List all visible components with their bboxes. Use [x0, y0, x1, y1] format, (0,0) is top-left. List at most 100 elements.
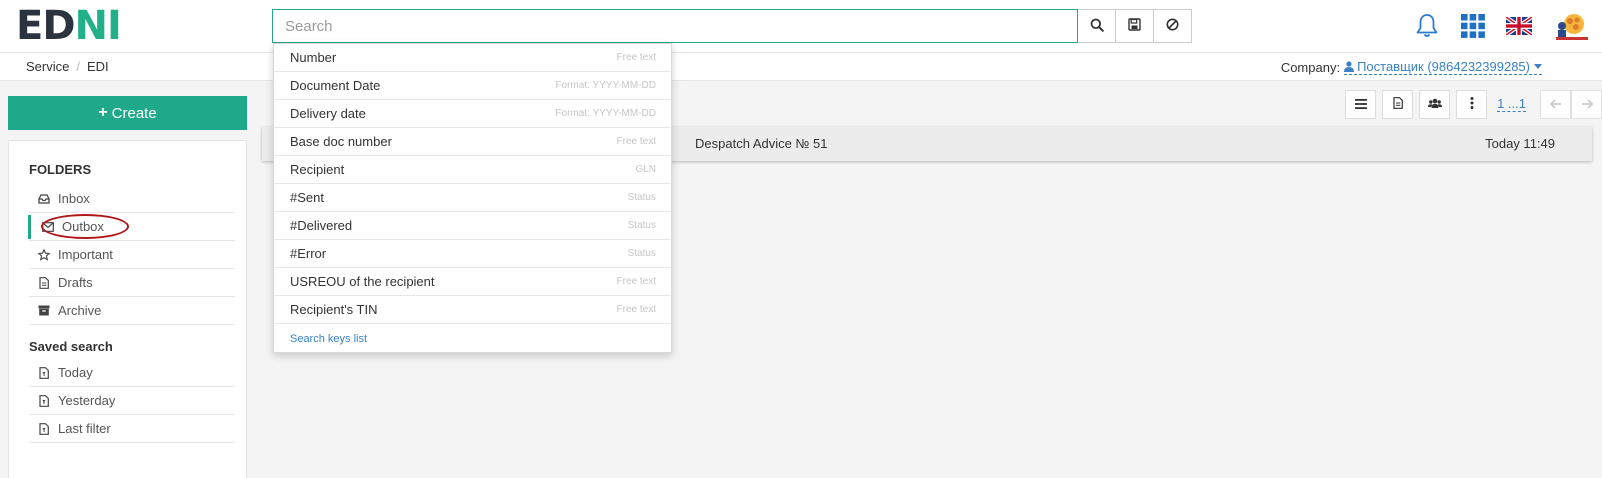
edin-logo[interactable]: ED NI — [16, 3, 122, 49]
sidebar-item-label: Archive — [58, 303, 102, 318]
company-value: Поставщик (9864232399285) — [1357, 59, 1530, 74]
top-icons — [1404, 10, 1602, 44]
saved-search-list: Today Yesterday Last filter — [29, 359, 235, 443]
breadcrumb-edi[interactable]: EDI — [87, 59, 109, 74]
previous-page-button[interactable] — [1540, 89, 1571, 119]
search-key-hint: Status — [627, 248, 656, 259]
arrow-left-icon — [1549, 97, 1562, 112]
logo-part-ni: NI — [74, 3, 122, 49]
inbox-icon — [38, 193, 50, 205]
plus-icon: + — [98, 104, 108, 121]
search-key-hint: Format: YYYY-MM-DD — [555, 80, 656, 91]
sidebar-item-label: Inbox — [58, 191, 90, 206]
saved-search-last-filter[interactable]: Last filter — [29, 415, 235, 443]
search-key-hint: Free text — [616, 52, 656, 63]
search-key-hint: Free text — [616, 304, 656, 315]
sidebar-item-archive[interactable]: Archive — [29, 297, 235, 325]
caret-down-icon — [1534, 64, 1542, 69]
message-subject: Despatch Advice № 51 — [695, 136, 828, 151]
sidebar-item-label: Outbox — [62, 219, 104, 234]
top-bar: ED NI — [0, 0, 1602, 53]
search-keys-list-link[interactable]: Search keys list — [274, 324, 671, 354]
user-icon — [1344, 61, 1355, 72]
search-key-name: Delivery date — [290, 106, 366, 121]
users-icon — [1427, 97, 1442, 112]
sidebar-item-outbox[interactable]: Outbox — [28, 213, 235, 241]
company-label: Company: — [1280, 59, 1341, 75]
sidebar-item-drafts[interactable]: Drafts — [29, 269, 235, 297]
search-key-name: Recipient's TIN — [290, 302, 378, 317]
folder-list: Inbox Outbox Important Drafts Archive — [28, 185, 235, 325]
search-button[interactable] — [1078, 9, 1116, 43]
company-dropdown[interactable]: Поставщик (9864232399285) — [1344, 59, 1542, 75]
save-icon — [1128, 18, 1141, 34]
search-key-item[interactable]: #Delivered Status — [274, 212, 671, 240]
notifications-button[interactable] — [1404, 10, 1450, 44]
logo-part-ed: ED — [16, 3, 76, 49]
breadcrumb-bar: Service / EDI Company: Поставщик (986423… — [0, 53, 1602, 81]
saved-search-title: Saved search — [29, 339, 113, 354]
sidebar-item-label: Important — [58, 247, 113, 262]
sidebar-item-important[interactable]: Important — [29, 241, 235, 269]
sidebar-item-label: Drafts — [58, 275, 93, 290]
saved-search-yesterday[interactable]: Yesterday — [29, 387, 235, 415]
search-input[interactable] — [272, 9, 1078, 43]
search-key-hint: Format: YYYY-MM-DD — [555, 108, 656, 119]
search-key-name: #Delivered — [290, 218, 353, 233]
folders-title: FOLDERS — [29, 162, 92, 177]
company-selector: Company: Поставщик (9864232399285) — [1281, 59, 1542, 75]
search-key-item[interactable]: USREOU of the recipient Free text — [274, 268, 671, 296]
document-icon — [38, 276, 50, 289]
list-icon — [1354, 97, 1367, 112]
search-key-item[interactable]: Base doc number Free text — [274, 128, 671, 156]
sidebar: FOLDERS Inbox Outbox Important Drafts Ar… — [8, 140, 247, 478]
star-icon — [38, 248, 50, 261]
clear-search-button[interactable] — [1154, 9, 1192, 43]
search-key-item[interactable]: Delivery date Format: YYYY-MM-DD — [274, 100, 671, 128]
apps-button[interactable] — [1450, 10, 1496, 44]
search-key-item[interactable]: Number Free text — [274, 44, 671, 72]
sidebar-item-label: Last filter — [58, 421, 111, 436]
search-key-name: #Sent — [290, 190, 324, 205]
apps-grid-icon — [1461, 13, 1485, 41]
message-time: Today 11:49 — [1485, 136, 1555, 151]
saved-filter-icon — [38, 394, 50, 407]
sidebar-item-inbox[interactable]: Inbox — [29, 185, 235, 213]
sidebar-item-label: Yesterday — [58, 393, 116, 408]
search-bar — [272, 9, 1193, 43]
envelope-icon — [42, 221, 54, 233]
save-search-button[interactable] — [1116, 9, 1154, 43]
uk-flag-icon — [1504, 14, 1534, 38]
search-key-hint: GLN — [635, 164, 656, 175]
search-key-name: Document Date — [290, 78, 381, 93]
create-button-label: Create — [111, 104, 157, 122]
pagination-indicator[interactable]: 1 ...1 — [1497, 96, 1526, 112]
archive-icon — [38, 305, 50, 317]
search-key-item[interactable]: #Error Status — [274, 240, 671, 268]
search-icon — [1090, 18, 1104, 35]
search-key-name: USREOU of the recipient — [290, 274, 435, 289]
breadcrumb: Service / EDI — [26, 59, 109, 74]
list-view-button[interactable] — [1345, 89, 1377, 119]
saved-search-today[interactable]: Today — [29, 359, 235, 387]
sidebar-item-label: Today — [58, 365, 93, 380]
next-page-button[interactable] — [1571, 89, 1602, 119]
search-key-item[interactable]: Document Date Format: YYYY-MM-DD — [274, 72, 671, 100]
search-key-item[interactable]: #Sent Status — [274, 184, 671, 212]
group-view-button[interactable] — [1419, 89, 1451, 119]
breadcrumb-service[interactable]: Service — [26, 59, 69, 74]
pagination-arrows — [1540, 89, 1602, 119]
document-view-button[interactable] — [1382, 89, 1414, 119]
create-button[interactable]: + Create — [8, 96, 247, 130]
saved-filter-icon — [38, 366, 50, 379]
search-key-item[interactable]: Recipient's TIN Free text — [274, 296, 671, 324]
user-menu-button[interactable] — [1542, 10, 1602, 44]
arrow-right-icon — [1581, 97, 1593, 112]
document-icon — [1392, 96, 1403, 112]
language-button[interactable] — [1496, 10, 1542, 44]
search-key-hint: Status — [627, 220, 656, 231]
search-key-item[interactable]: Recipient GLN — [274, 156, 671, 184]
list-toolbar: 1 ...1 — [1345, 89, 1602, 119]
more-options-button[interactable] — [1456, 89, 1488, 119]
search-key-hint: Free text — [616, 136, 656, 147]
